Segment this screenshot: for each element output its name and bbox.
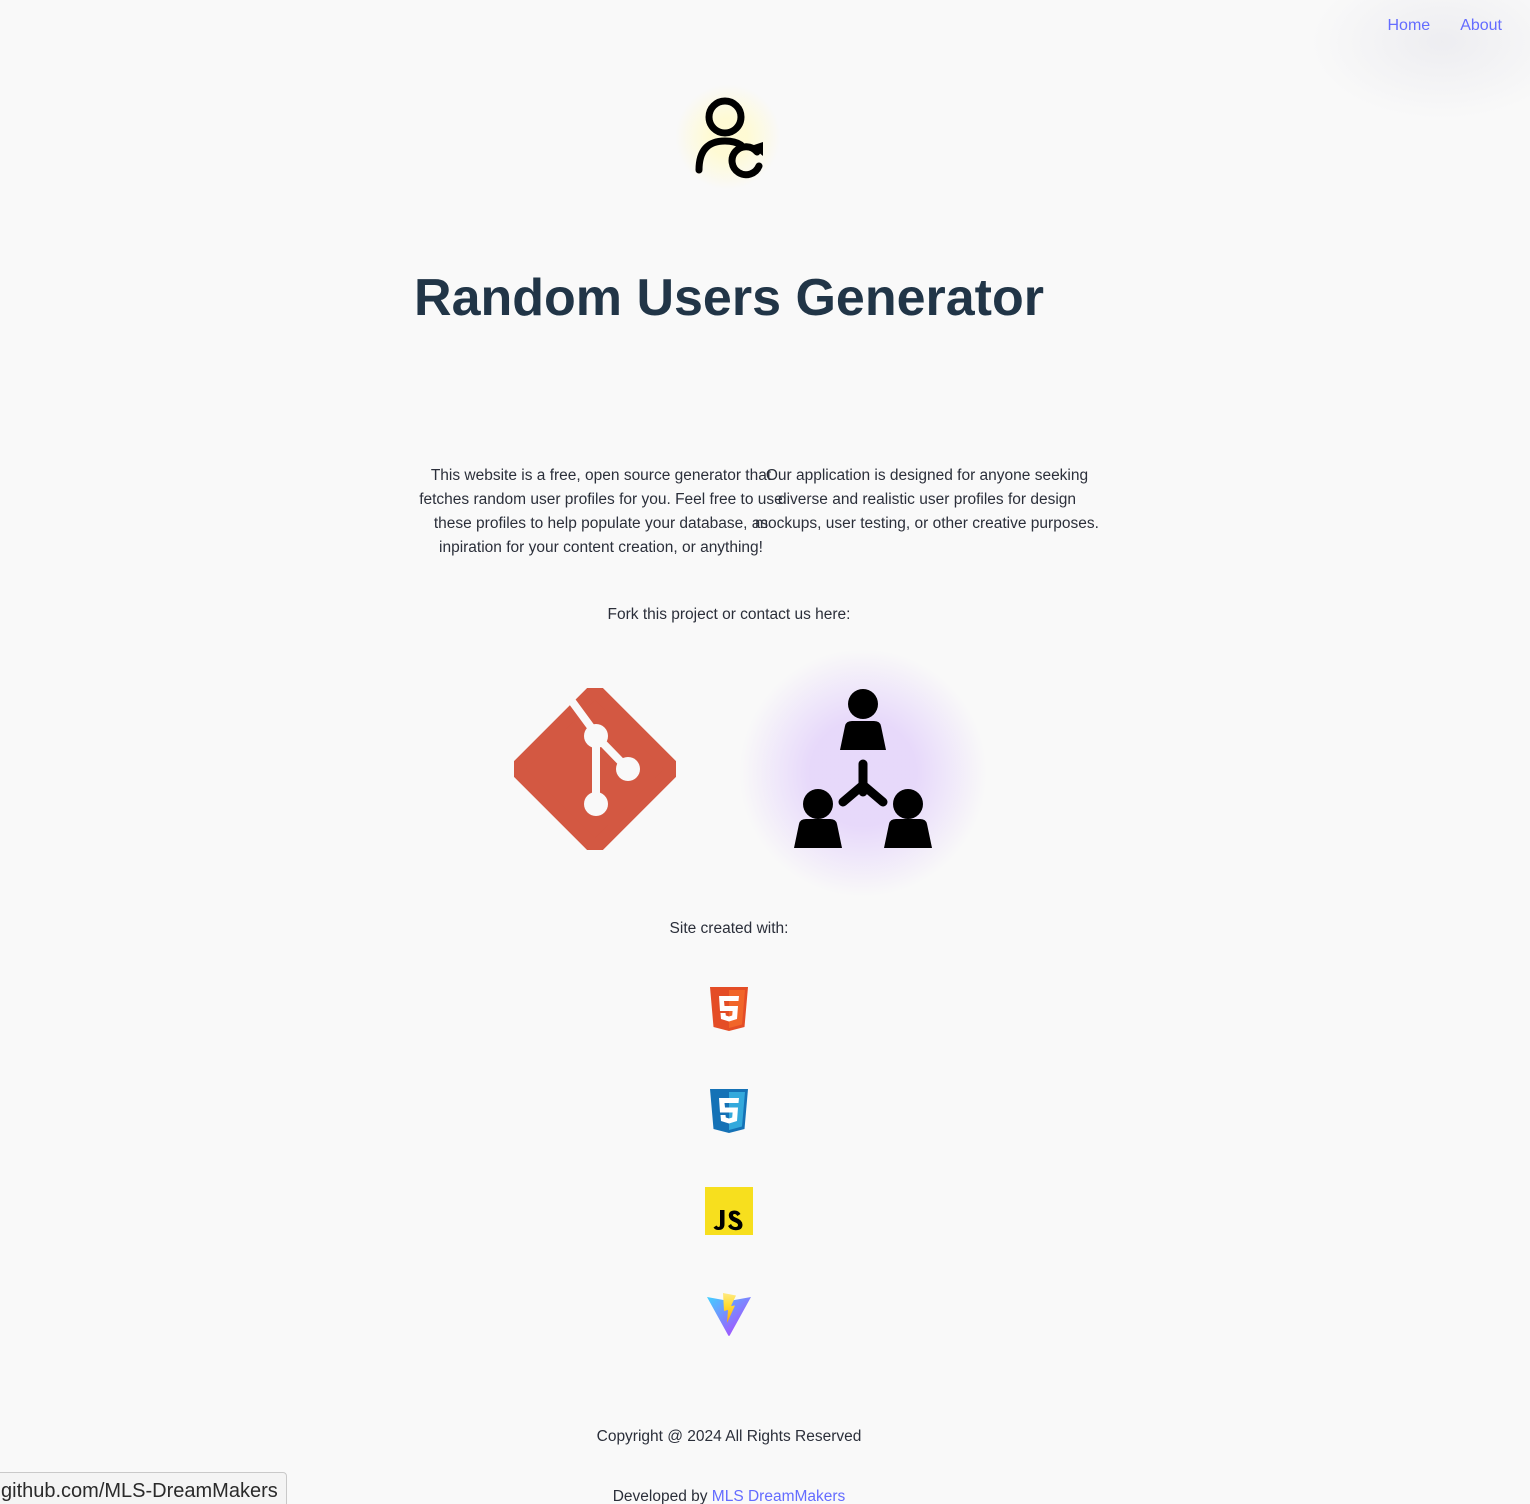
footer-copyright: Copyright @ 2024 All Rights Reserved (596, 1428, 862, 1445)
team-icon (794, 689, 932, 848)
javascript-icon (705, 1187, 753, 1235)
nav-about-link[interactable]: About (1460, 16, 1502, 36)
page-title: Random Users Generator (414, 269, 1044, 327)
vite-logo (704, 1290, 754, 1340)
vite-icon (707, 1293, 751, 1336)
developer-link[interactable]: MLS DreamMakers (712, 1488, 846, 1504)
developed-prefix: Developed by (612, 1488, 712, 1504)
status-bar-url: github.com/MLS-DreamMakers (0, 1472, 287, 1504)
css3-icon (710, 1089, 748, 1133)
html5-icon (710, 987, 748, 1031)
git-link[interactable] (509, 683, 681, 855)
nav-home-link[interactable]: Home (1388, 16, 1431, 36)
css3-logo (704, 1086, 754, 1136)
top-nav: Home About (1388, 16, 1503, 36)
javascript-logo (704, 1186, 754, 1236)
user-refresh-icon (695, 97, 763, 179)
about-text-right: Our application is designed for anyone s… (755, 466, 1099, 532)
html5-logo (704, 984, 754, 1034)
tech-heading: Site created with: (669, 920, 789, 937)
fork-heading: Fork this project or contact us here: (607, 606, 851, 623)
about-text-left: This website is a free, open source gene… (419, 466, 783, 556)
git-icon (509, 683, 681, 855)
team-link[interactable] (792, 688, 934, 856)
site-logo (675, 84, 781, 190)
page: Home About Random Users Generator This w… (0, 0, 1530, 1504)
